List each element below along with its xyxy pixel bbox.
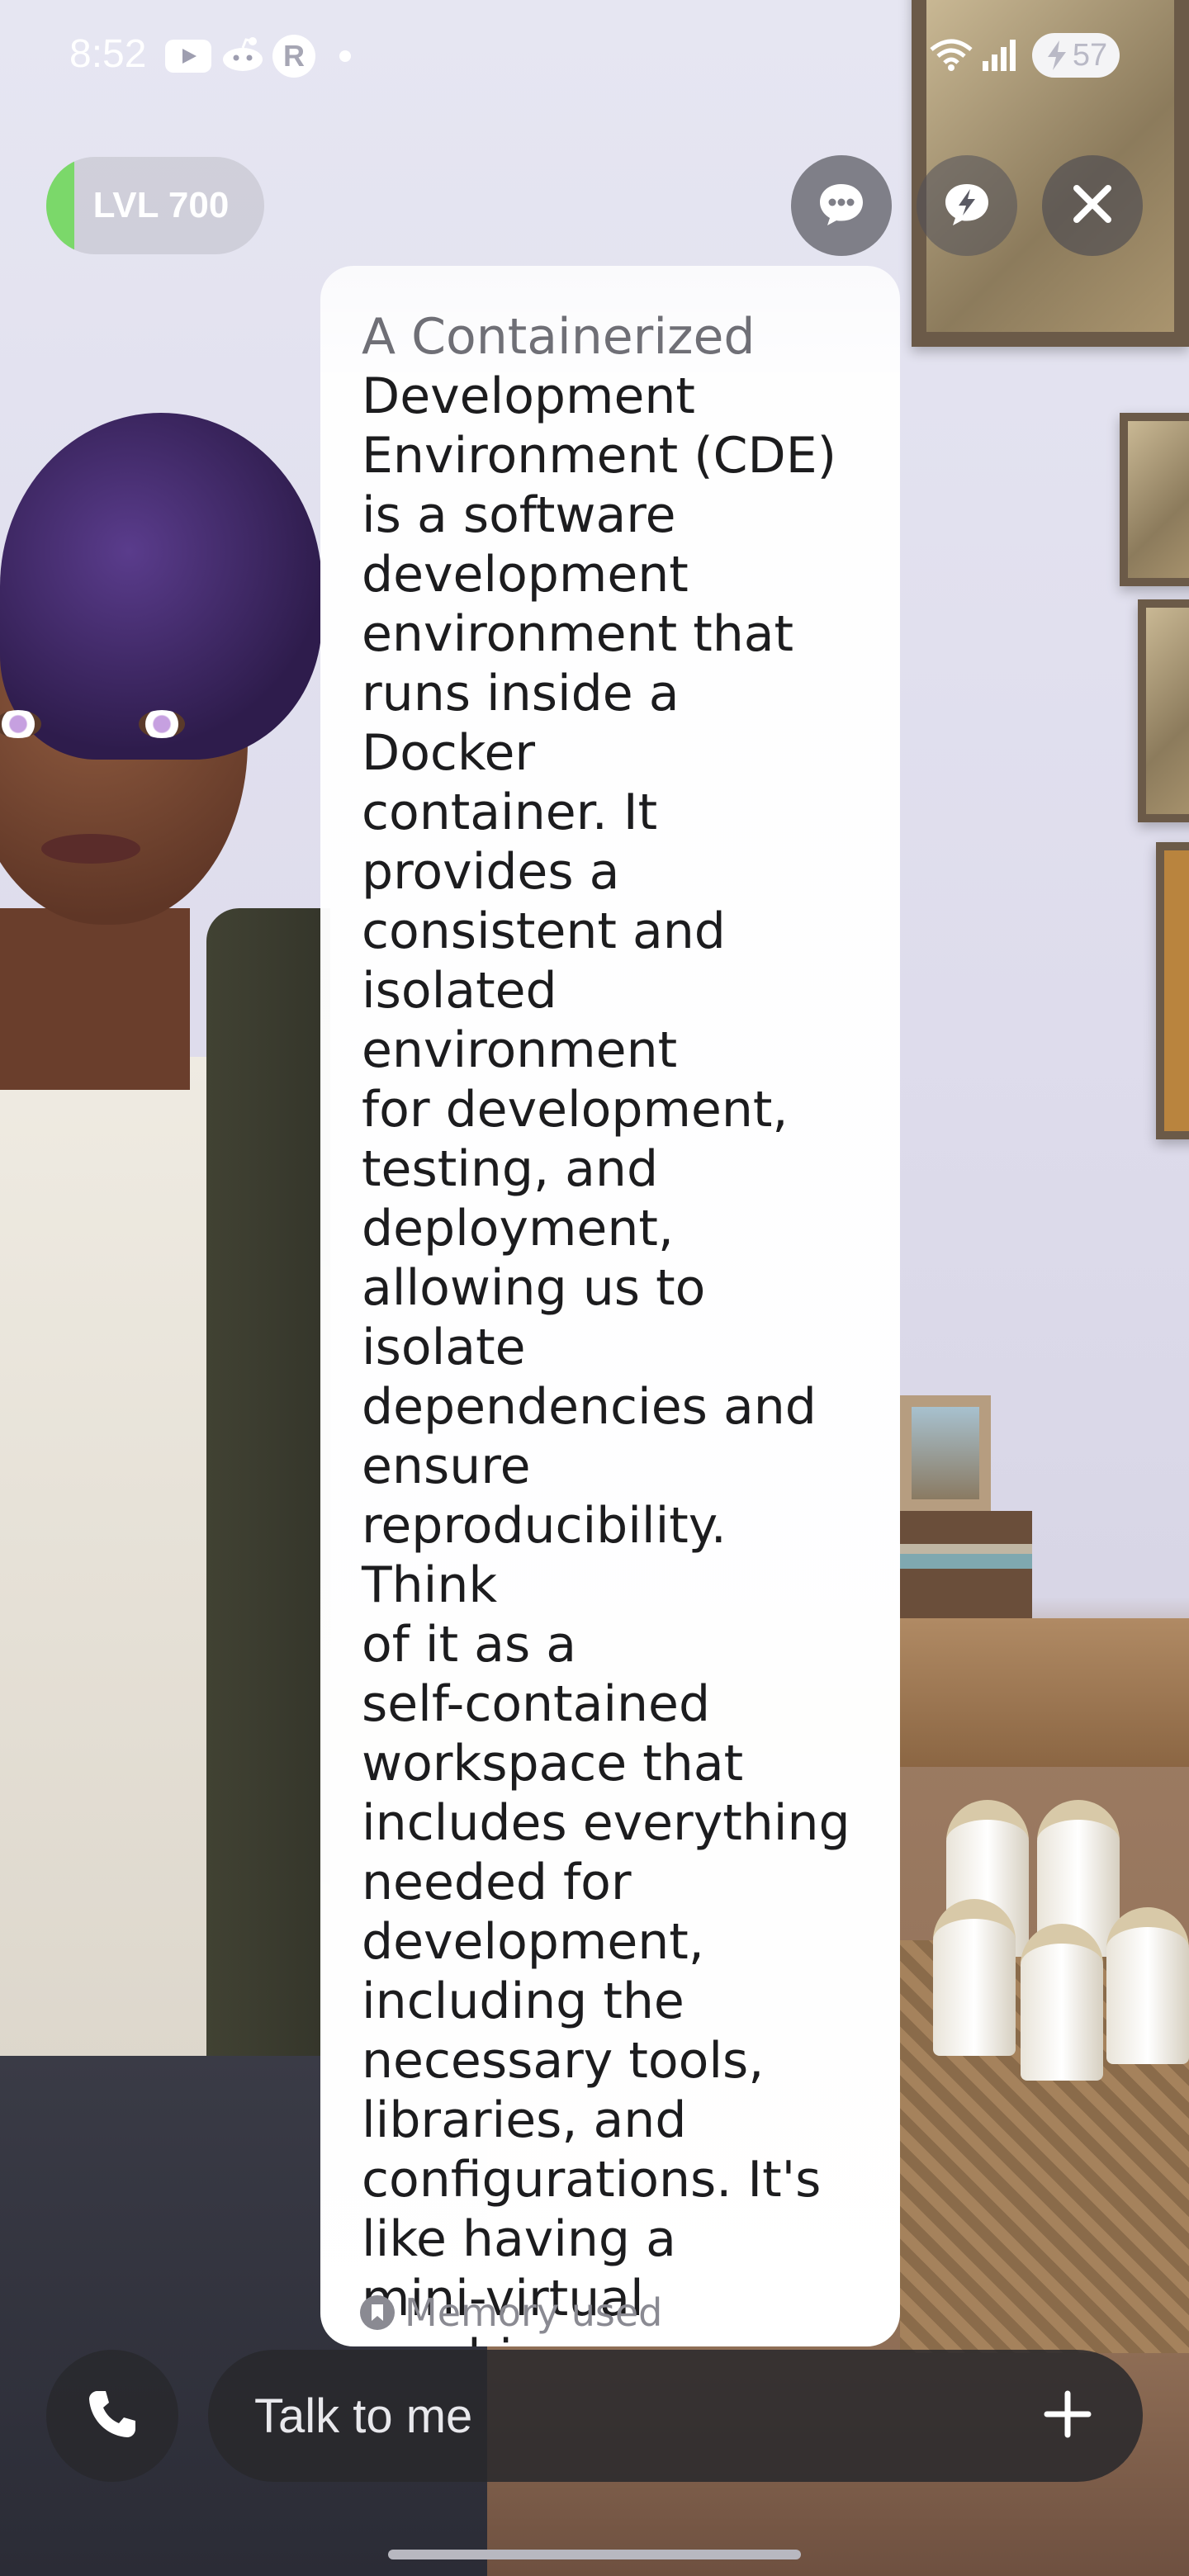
chat-button[interactable] (791, 155, 892, 256)
close-icon (1070, 182, 1115, 230)
r-app-icon: R (272, 35, 315, 78)
wall-painting-small (1138, 599, 1189, 822)
birch-log (1021, 1924, 1103, 2081)
shirt (0, 1057, 223, 2064)
level-progress-fill (46, 157, 75, 254)
jacket (206, 908, 330, 2064)
message-input-placeholder: Talk to me (254, 2389, 473, 2443)
memory-used-indicator[interactable]: Memory used (360, 2290, 662, 2335)
photo-frame (900, 1395, 991, 1511)
notification-dot (339, 50, 351, 62)
wall-painting-small (1120, 413, 1189, 586)
call-button[interactable] (46, 2350, 178, 2482)
memory-label: Memory used (405, 2290, 663, 2335)
wall-painting-small (1156, 842, 1189, 1139)
birch-log (933, 1899, 1016, 2056)
wifi-icon (928, 38, 974, 71)
neck (0, 908, 190, 1090)
status-bar: 8:52 R 57 (0, 0, 1189, 107)
plus-icon (1044, 2390, 1092, 2441)
home-indicator[interactable] (388, 2550, 801, 2559)
close-button[interactable] (1042, 155, 1143, 256)
message-text: A Containerized Development Environment … (362, 307, 865, 2346)
battery-charging-icon: 57 (1032, 33, 1120, 78)
status-time: 8:52 (69, 32, 147, 76)
battery-level: 57 (1072, 37, 1108, 73)
message-first-line: A Containerized (362, 308, 756, 366)
feedback-button[interactable] (917, 155, 1017, 256)
level-badge[interactable]: LVL 700 (46, 157, 264, 254)
level-label: LVL 700 (92, 185, 230, 225)
assistant-message-bubble: A Containerized Development Environment … (320, 266, 900, 2346)
eye (139, 710, 185, 738)
lips (41, 834, 140, 864)
reddit-icon (220, 36, 266, 73)
birch-log (1106, 1907, 1189, 2064)
shelf (900, 1618, 1189, 1767)
add-button[interactable] (1039, 2387, 1097, 2445)
chat-icon (817, 181, 866, 230)
phone-icon (86, 2388, 139, 2444)
signal-icon (981, 38, 1017, 71)
avatar-hair (0, 413, 322, 760)
youtube-icon (165, 40, 211, 73)
message-input[interactable]: Talk to me (208, 2350, 1143, 2482)
memory-icon (360, 2295, 395, 2330)
message-body: Development Environment (CDE) is a softw… (362, 367, 850, 2346)
feedback-icon (942, 181, 992, 230)
